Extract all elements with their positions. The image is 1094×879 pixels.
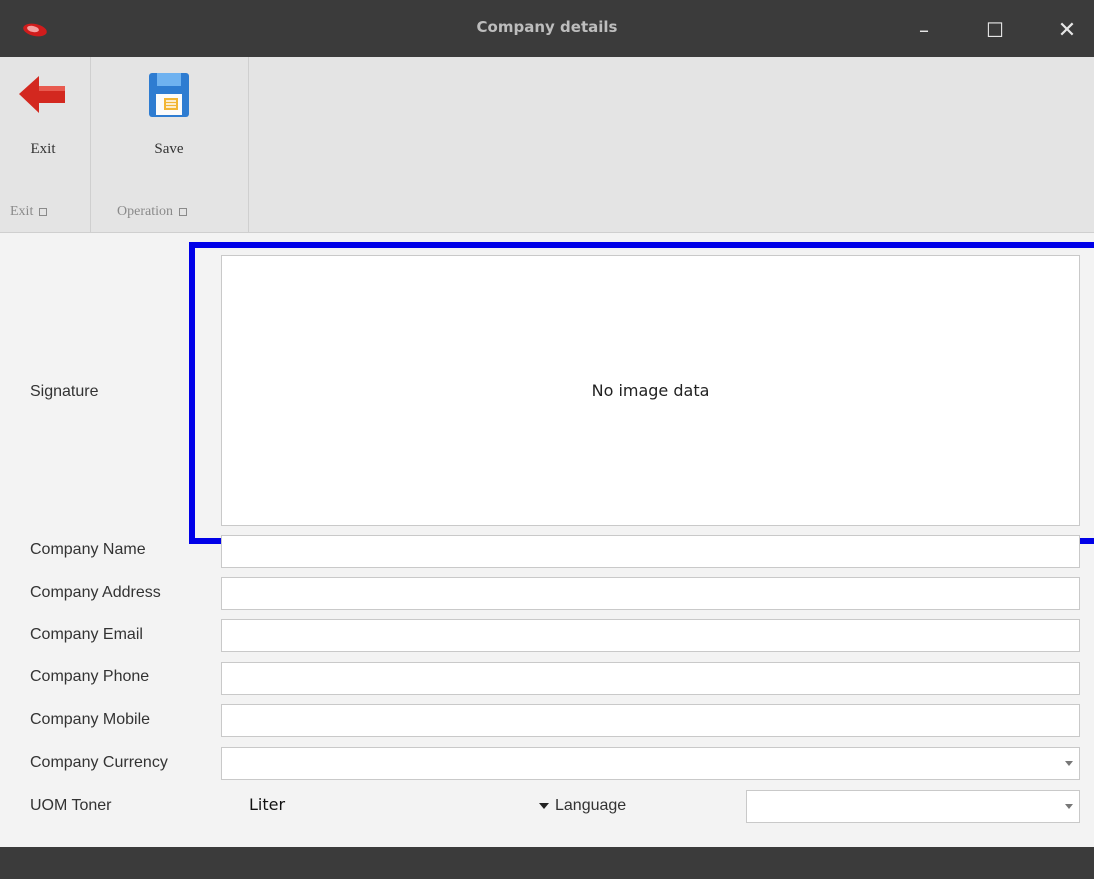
company-phone-label: Company Phone: [30, 668, 150, 685]
uom-toner-dropdown[interactable]: Liter: [243, 787, 549, 823]
minimize-button[interactable]: –: [904, 12, 944, 48]
exit-button[interactable]: Exit: [8, 67, 78, 158]
chevron-down-icon[interactable]: [1065, 804, 1073, 809]
ribbon-group-operation: Save Operation: [91, 57, 249, 233]
back-arrow-icon: [19, 76, 65, 113]
company-address-field[interactable]: [221, 577, 1080, 610]
chevron-down-icon[interactable]: [539, 803, 549, 809]
uom-toner-label: UOM Toner: [30, 797, 112, 814]
company-mobile-label: Company Mobile: [30, 711, 151, 728]
close-button[interactable]: ✕: [1047, 12, 1087, 48]
exit-button-label: Exit: [30, 141, 56, 157]
highlight-rectangle: [189, 242, 1094, 544]
group-launcher-icon[interactable]: [178, 207, 187, 216]
language-label: Language: [555, 797, 627, 814]
language-dropdown[interactable]: [746, 790, 1080, 823]
company-name-label: Company Name: [30, 541, 146, 558]
maximize-button[interactable]: ☐: [975, 12, 1015, 48]
floppy-disk-icon: [149, 73, 189, 117]
chevron-down-icon[interactable]: [1065, 761, 1073, 766]
group-launcher-icon[interactable]: [39, 207, 48, 216]
company-email-field[interactable]: [221, 619, 1080, 652]
save-button-label: Save: [154, 141, 184, 157]
uom-toner-value: Liter: [249, 795, 286, 814]
company-phone-field[interactable]: [221, 662, 1080, 695]
company-address-label: Company Address: [30, 584, 161, 601]
company-details-window: Company details – ☐ ✕ Exit Exit Save Ope…: [0, 0, 1094, 879]
ribbon-group-exit: Exit Exit: [0, 57, 91, 233]
ribbon: Exit Exit Save Operation: [0, 57, 1094, 233]
ribbon-group-label-operation: Operation: [117, 204, 187, 220]
company-mobile-field[interactable]: [221, 704, 1080, 737]
company-currency-label: Company Currency: [30, 754, 168, 771]
company-email-label: Company Email: [30, 626, 143, 643]
save-button[interactable]: Save: [121, 67, 217, 158]
status-bar: [0, 847, 1094, 879]
ribbon-group-label-exit: Exit: [10, 204, 48, 220]
company-currency-dropdown[interactable]: [221, 747, 1080, 780]
title-bar: Company details – ☐ ✕: [0, 0, 1094, 57]
company-name-field[interactable]: [221, 535, 1080, 568]
signature-label: Signature: [30, 383, 99, 400]
